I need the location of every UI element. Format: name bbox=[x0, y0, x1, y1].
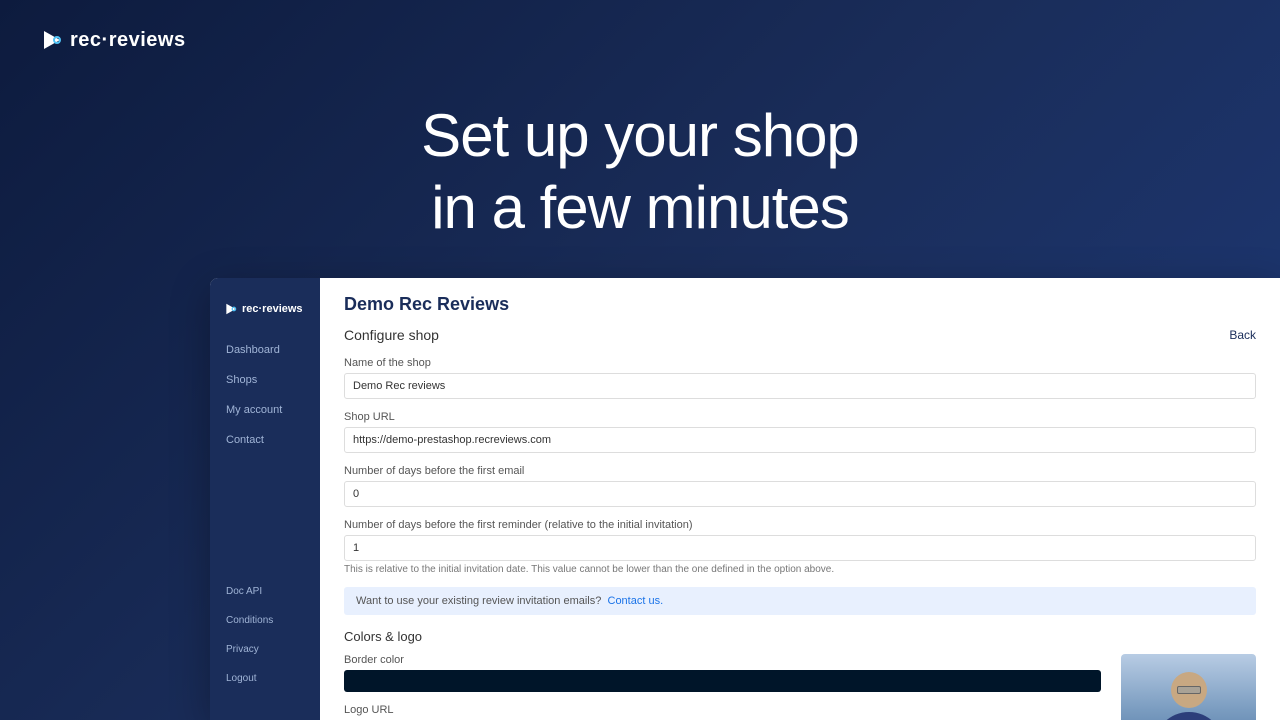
person-glasses bbox=[1177, 686, 1201, 694]
logo-text: rec·reviews bbox=[70, 29, 186, 52]
shop-name-header: Demo Rec Reviews bbox=[344, 294, 1256, 315]
shop-url-input[interactable] bbox=[344, 427, 1256, 453]
reminder-info-text: This is relative to the initial invitati… bbox=[344, 564, 1256, 575]
days-first-email-group: Number of days before the first email bbox=[344, 465, 1256, 507]
border-color-group: Border color bbox=[344, 654, 1101, 692]
logo-url-group: Logo URL bbox=[344, 704, 1101, 720]
person-head bbox=[1171, 672, 1207, 708]
person-body bbox=[1154, 712, 1224, 720]
sidebar-bottom: Doc API Conditions Privacy Logout bbox=[210, 578, 320, 704]
sidebar-item-privacy[interactable]: Privacy bbox=[218, 636, 312, 663]
sidebar-item-shops[interactable]: Shops bbox=[218, 366, 312, 394]
logo-url-label: Logo URL bbox=[344, 704, 1101, 716]
sidebar-item-dashboard[interactable]: Dashboard bbox=[218, 336, 312, 364]
top-bar: rec·reviews bbox=[0, 0, 1280, 80]
configure-header: Configure shop Back bbox=[344, 327, 1256, 343]
logo: rec·reviews bbox=[40, 28, 186, 52]
person-silhouette bbox=[1149, 672, 1229, 720]
days-reminder-group: Number of days before the first reminder… bbox=[344, 519, 1256, 575]
hero-line2: in a few minutes bbox=[0, 172, 1280, 244]
days-reminder-input[interactable] bbox=[344, 535, 1256, 561]
days-first-email-input[interactable] bbox=[344, 481, 1256, 507]
photo-thumbnail: 10.10.2023 - John D bbox=[1121, 654, 1256, 720]
sidebar-logo: rec·reviews bbox=[210, 294, 320, 336]
days-reminder-label: Number of days before the first reminder… bbox=[344, 519, 1256, 531]
days-first-email-label: Number of days before the first email bbox=[344, 465, 1256, 477]
sidebar-item-contact[interactable]: Contact bbox=[218, 426, 312, 454]
photo-inner bbox=[1121, 654, 1256, 720]
colors-logo-row: Border color Logo URL bbox=[344, 654, 1256, 720]
sidebar-item-conditions[interactable]: Conditions bbox=[218, 607, 312, 634]
sidebar-item-logout[interactable]: Logout bbox=[218, 665, 312, 692]
sidebar: rec·reviews Dashboard Shops My account C… bbox=[210, 278, 320, 720]
shop-name-input[interactable] bbox=[344, 373, 1256, 399]
border-color-swatch[interactable] bbox=[344, 670, 1101, 692]
configure-section: Configure shop Back Name of the shop Sho… bbox=[344, 327, 1256, 720]
hero-line1: Set up your shop bbox=[0, 100, 1280, 172]
invitation-banner: Want to use your existing review invitat… bbox=[344, 587, 1256, 615]
hero-section: Set up your shop in a few minutes bbox=[0, 100, 1280, 244]
colors-left: Border color Logo URL bbox=[344, 654, 1101, 720]
logo-icon bbox=[40, 28, 64, 52]
shop-name-label: Name of the shop bbox=[344, 357, 1256, 369]
invitation-text: Want to use your existing review invitat… bbox=[356, 595, 601, 607]
content-area: Demo Rec Reviews Configure shop Back Nam… bbox=[320, 278, 1280, 720]
sidebar-item-doc-api[interactable]: Doc API bbox=[218, 578, 312, 605]
sidebar-logo-text: rec·reviews bbox=[242, 303, 303, 315]
hero-title: Set up your shop in a few minutes bbox=[0, 100, 1280, 244]
sidebar-item-my-account[interactable]: My account bbox=[218, 396, 312, 424]
main-window: rec·reviews Dashboard Shops My account C… bbox=[210, 278, 1280, 720]
sidebar-nav: Dashboard Shops My account Contact bbox=[210, 336, 320, 578]
contact-link[interactable]: Contact us. bbox=[608, 595, 664, 607]
shop-name-group: Name of the shop bbox=[344, 357, 1256, 399]
border-color-label: Border color bbox=[344, 654, 1101, 666]
shop-url-group: Shop URL bbox=[344, 411, 1256, 453]
colors-section-title: Colors & logo bbox=[344, 629, 1256, 644]
sidebar-logo-icon bbox=[224, 302, 238, 316]
shop-url-label: Shop URL bbox=[344, 411, 1256, 423]
configure-title: Configure shop bbox=[344, 327, 439, 343]
back-link[interactable]: Back bbox=[1229, 328, 1256, 342]
